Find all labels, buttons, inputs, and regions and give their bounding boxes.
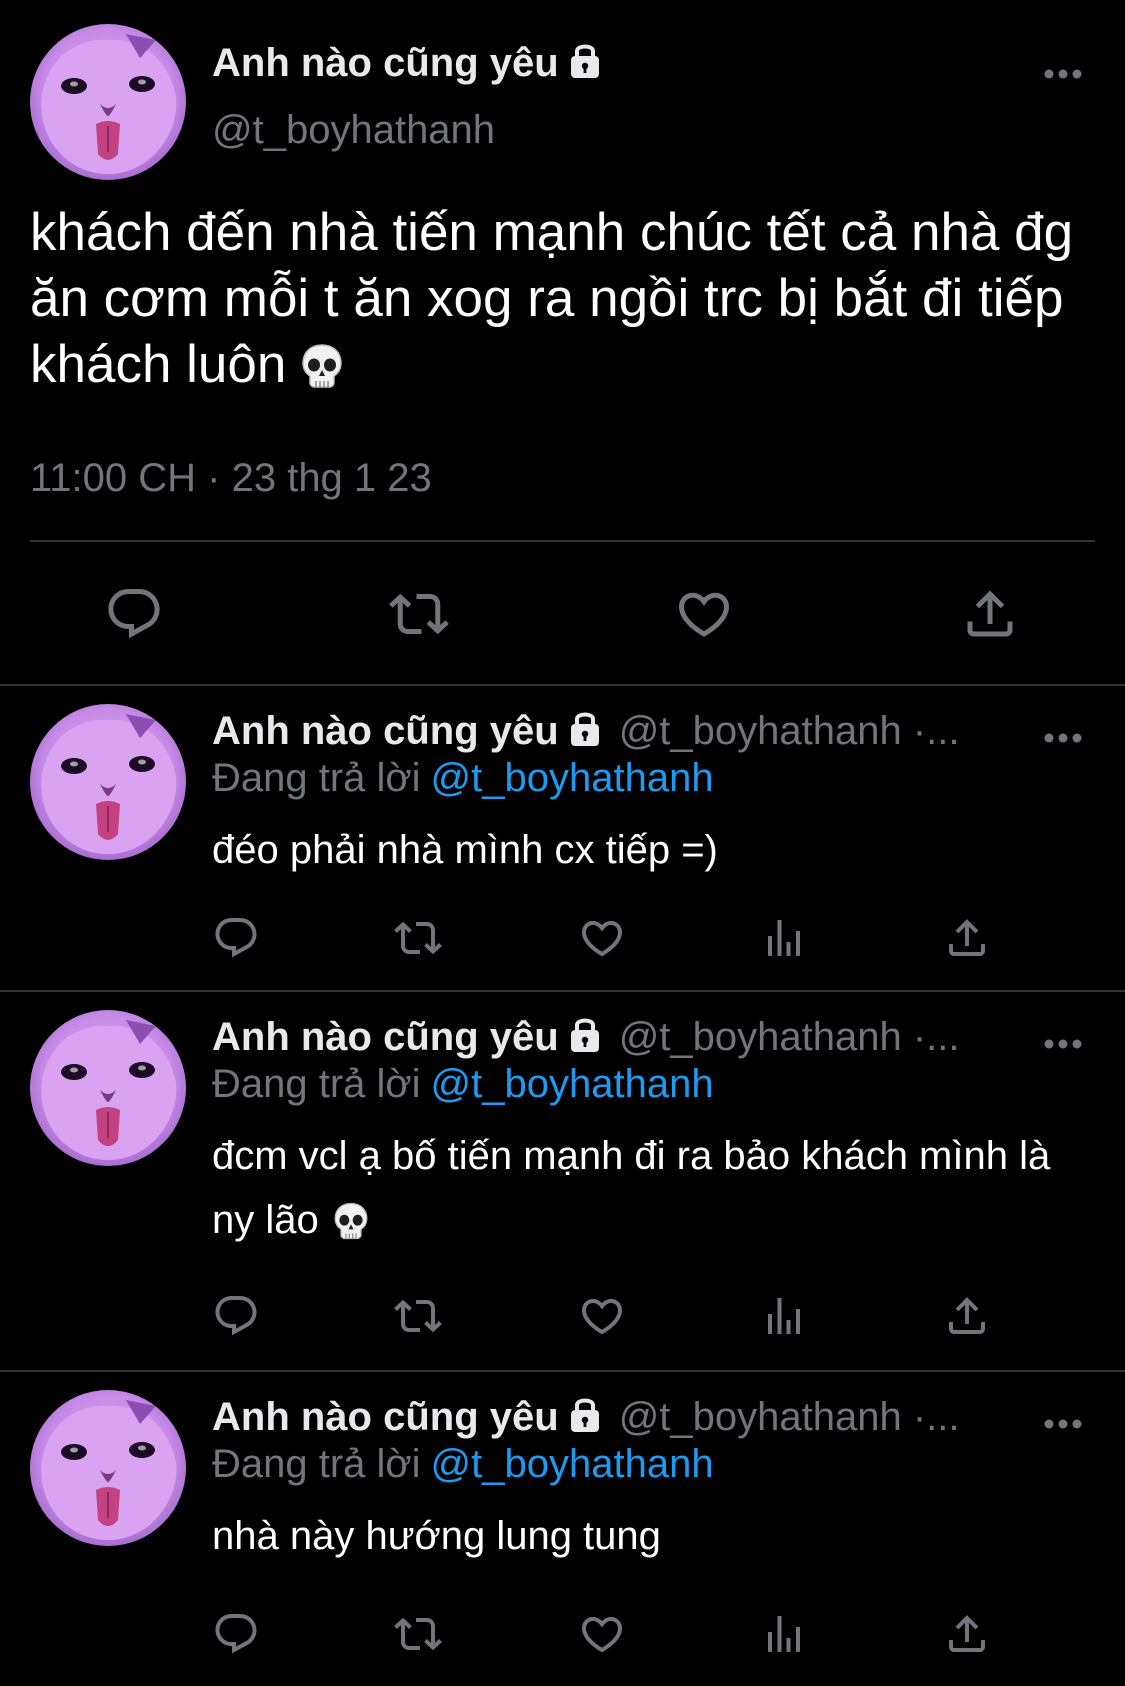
lock-icon xyxy=(565,40,605,80)
reply-text: đcm vcl ạ bố tiến mạnh đi ra bảo khách m… xyxy=(212,1124,1052,1252)
skull-icon xyxy=(331,1201,371,1241)
tweet-text-content: khách đến nhà tiến mạnh chúc tết cả nhà … xyxy=(30,203,1074,394)
more-icon[interactable] xyxy=(1043,732,1083,744)
reply-tweet[interactable]: Anh nào cũng yêu @t_boyhathanh ·... Đang … xyxy=(0,1372,1125,1686)
like-icon[interactable] xyxy=(578,1610,626,1658)
more-icon[interactable] xyxy=(1043,68,1083,80)
display-name-text: Anh nào cũng yêu xyxy=(212,41,559,85)
retweet-icon[interactable] xyxy=(394,1292,442,1340)
views-icon[interactable] xyxy=(760,1292,808,1340)
like-icon[interactable] xyxy=(578,1292,626,1340)
like-icon[interactable] xyxy=(674,584,734,644)
display-name[interactable]: Anh nào cũng yêu xyxy=(212,1015,559,1059)
avatar-image xyxy=(30,1010,186,1166)
reply-text: đéo phải nhà mình cx tiếp =) xyxy=(212,818,1052,882)
reply-text: nhà này hướng lung tung xyxy=(212,1504,1052,1568)
share-icon[interactable] xyxy=(943,914,991,962)
avatar-image xyxy=(30,704,186,860)
reply-header: Anh nào cũng yêu @t_boyhathanh ·... xyxy=(212,708,1032,754)
share-icon[interactable] xyxy=(943,1292,991,1340)
display-name[interactable]: Anh nào cũng yêu xyxy=(212,1395,559,1439)
user-handle[interactable]: @t_boyhathanh ·... xyxy=(619,709,960,753)
replying-label: Đang trả lời xyxy=(212,1062,421,1106)
retweet-icon[interactable] xyxy=(394,1610,442,1658)
user-handle[interactable]: @t_boyhathanh ·... xyxy=(619,1395,960,1439)
more-icon[interactable] xyxy=(1043,1038,1083,1050)
tweet-meta: 11:00 CH · 23 thg 1 23 xyxy=(30,456,432,501)
reply-header: Anh nào cũng yêu @t_boyhathanh ·... xyxy=(212,1014,1032,1060)
avatar[interactable] xyxy=(30,24,186,180)
reply-icon[interactable] xyxy=(104,584,164,644)
reply-icon[interactable] xyxy=(212,914,260,962)
replying-label: Đang trả lời xyxy=(212,1442,421,1486)
tweet-text: khách đến nhà tiến mạnh chúc tết cả nhà … xyxy=(30,200,1095,398)
lock-icon xyxy=(565,708,605,748)
tweet-date[interactable]: 23 thg 1 23 xyxy=(232,456,432,500)
lock-icon xyxy=(565,1014,605,1054)
tweet-time[interactable]: 11:00 CH xyxy=(30,456,196,500)
user-handle[interactable]: @t_boyhathanh ·... xyxy=(619,1015,960,1059)
more-icon[interactable] xyxy=(1043,1418,1083,1430)
replying-to: Đang trả lời @t_boyhathanh xyxy=(212,756,714,801)
reply-text-content: nhà này hướng lung tung xyxy=(212,1514,661,1558)
meta-separator: · xyxy=(207,456,221,500)
avatar[interactable] xyxy=(30,1390,186,1546)
avatar-image xyxy=(30,1390,186,1546)
avatar[interactable] xyxy=(30,704,186,860)
retweet-icon[interactable] xyxy=(389,584,449,644)
reply-icon[interactable] xyxy=(212,1292,260,1340)
reply-header: Anh nào cũng yêu @t_boyhathanh ·... xyxy=(212,1394,1032,1440)
skull-icon xyxy=(298,342,346,390)
replying-to: Đang trả lời @t_boyhathanh xyxy=(212,1442,714,1487)
replying-to-handle[interactable]: @t_boyhathanh xyxy=(431,1442,714,1486)
lock-icon xyxy=(565,1394,605,1434)
divider xyxy=(30,540,1095,542)
display-name[interactable]: Anh nào cũng yêu xyxy=(212,709,559,753)
views-icon[interactable] xyxy=(760,914,808,962)
reply-icon[interactable] xyxy=(212,1610,260,1658)
display-name[interactable]: Anh nào cũng yêu xyxy=(212,40,605,86)
replying-to-handle[interactable]: @t_boyhathanh xyxy=(431,756,714,800)
replying-label: Đang trả lời xyxy=(212,756,421,800)
reply-tweet[interactable]: Anh nào cũng yêu @t_boyhathanh ·... Đang … xyxy=(0,686,1125,992)
user-handle[interactable]: @t_boyhathanh xyxy=(212,108,495,153)
like-icon[interactable] xyxy=(578,914,626,962)
main-tweet: Anh nào cũng yêu @t_boyhathanh khách đến… xyxy=(0,0,1125,686)
replying-to-handle[interactable]: @t_boyhathanh xyxy=(431,1062,714,1106)
share-icon[interactable] xyxy=(943,1610,991,1658)
reply-tweet[interactable]: Anh nào cũng yêu @t_boyhathanh ·... Đang … xyxy=(0,992,1125,1372)
share-icon[interactable] xyxy=(960,584,1020,644)
views-icon[interactable] xyxy=(760,1610,808,1658)
avatar-image xyxy=(30,24,186,180)
retweet-icon[interactable] xyxy=(394,914,442,962)
avatar[interactable] xyxy=(30,1010,186,1166)
reply-text-content: đéo phải nhà mình cx tiếp =) xyxy=(212,828,718,872)
replying-to: Đang trả lời @t_boyhathanh xyxy=(212,1062,714,1107)
